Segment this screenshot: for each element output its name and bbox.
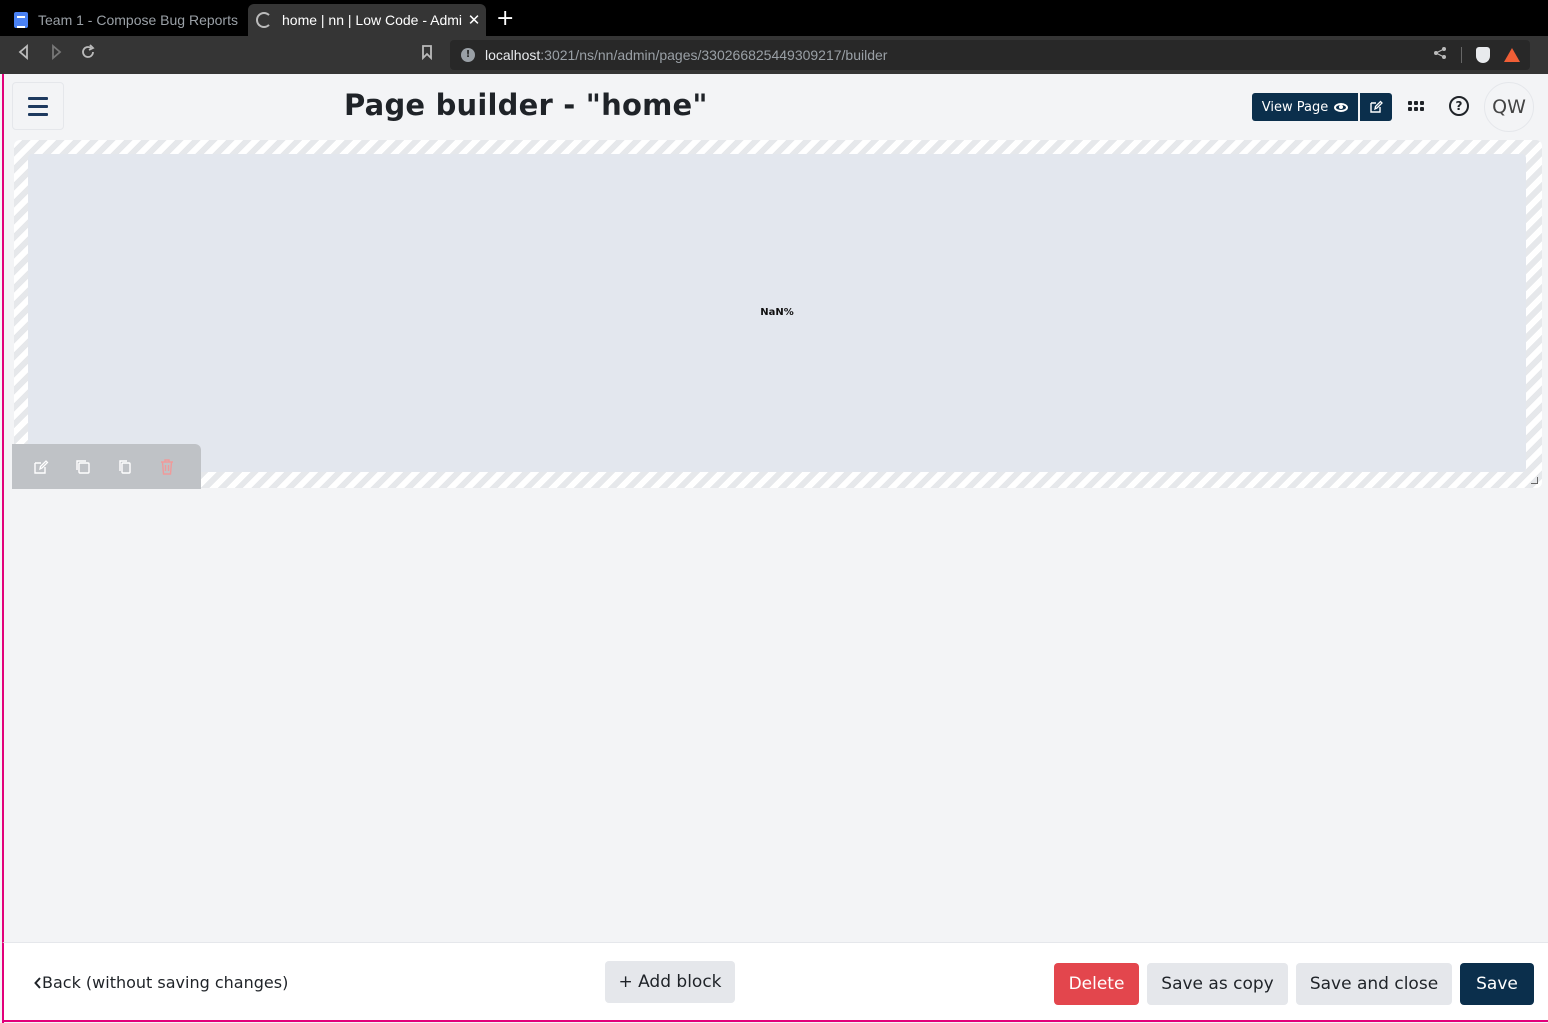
brave-shields-icon[interactable] — [1476, 47, 1490, 63]
hamburger-menu-button[interactable] — [12, 82, 64, 130]
edit-page-button[interactable] — [1360, 93, 1392, 121]
url-text: localhost:3021/ns/nn/admin/pages/3302668… — [485, 47, 888, 63]
save-button[interactable]: Save — [1460, 963, 1534, 1005]
chevron-left-icon — [34, 977, 41, 989]
site-info-icon[interactable]: ! — [461, 48, 475, 62]
view-page-label: View Page — [1261, 99, 1329, 115]
tab-title: Team 1 - Compose Bug Reports - G — [38, 12, 242, 28]
share-icon[interactable] — [1433, 46, 1447, 64]
block-toolbar — [12, 444, 201, 489]
close-tab-icon[interactable]: ✕ — [462, 11, 486, 29]
address-bar[interactable]: ! localhost:3021/ns/nn/admin/pages/33026… — [450, 40, 1530, 70]
delete-block-icon[interactable] — [158, 458, 176, 476]
edit-icon — [1370, 100, 1383, 113]
back-without-saving-link[interactable]: Back (without saving changes) — [34, 973, 288, 992]
separator — [1461, 47, 1462, 63]
page-title: Page builder - "home" — [344, 88, 708, 122]
help-icon[interactable]: ? — [1449, 96, 1469, 116]
brave-rewards-icon[interactable] — [1504, 48, 1520, 62]
block-value-text: NaN% — [760, 306, 794, 318]
user-avatar[interactable]: QW — [1484, 82, 1534, 132]
apps-grid-icon — [1408, 101, 1412, 105]
page-block[interactable]: NaN% — [14, 140, 1542, 488]
browser-tab-active[interactable]: home | nn | Low Code - Admin ✕ — [248, 4, 486, 36]
page-builder: Page builder - "home" View Page ? QW NaN… — [2, 74, 1548, 1023]
tab-title: home | nn | Low Code - Admin — [282, 12, 462, 28]
hamburger-icon — [28, 96, 48, 100]
edit-block-icon[interactable] — [32, 458, 50, 476]
reload-icon[interactable] — [80, 44, 96, 65]
browser-tab-inactive[interactable]: Team 1 - Compose Bug Reports - G — [6, 4, 242, 36]
copy-block-icon[interactable] — [116, 458, 134, 476]
docs-icon — [14, 12, 28, 28]
resize-handle[interactable] — [1531, 477, 1538, 484]
save-as-copy-button[interactable]: Save as copy — [1147, 963, 1288, 1005]
save-and-close-button[interactable]: Save and close — [1296, 963, 1452, 1005]
view-page-button[interactable]: View Page — [1252, 93, 1358, 121]
bookmark-icon[interactable] — [420, 44, 434, 65]
loading-icon — [256, 12, 272, 28]
add-block-button[interactable]: + Add block — [605, 961, 735, 1003]
browser-nav-bar: ! localhost:3021/ns/nn/admin/pages/33026… — [0, 36, 1548, 74]
back-label: Back (without saving changes) — [42, 973, 289, 992]
block-content: NaN% — [28, 154, 1526, 472]
browser-tab-bar: Team 1 - Compose Bug Reports - G home | … — [0, 0, 1548, 36]
forward-icon[interactable] — [48, 44, 64, 65]
back-icon[interactable] — [16, 44, 32, 65]
delete-button[interactable]: Delete — [1054, 963, 1139, 1005]
new-tab-button[interactable]: + — [496, 8, 514, 30]
apps-grid-button[interactable] — [1404, 94, 1428, 118]
eye-icon — [1334, 102, 1349, 112]
clone-block-icon[interactable] — [74, 458, 92, 476]
builder-footer: Back (without saving changes) + Add bloc… — [2, 942, 1548, 1022]
